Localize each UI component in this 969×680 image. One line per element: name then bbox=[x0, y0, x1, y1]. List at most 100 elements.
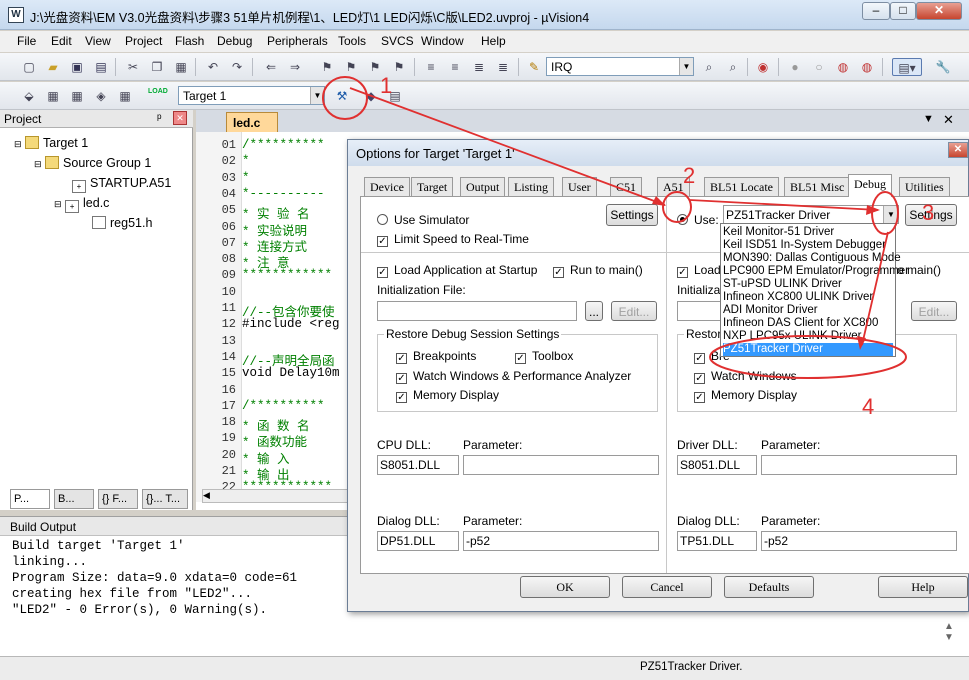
tree-item-reg51[interactable]: reg51.h bbox=[92, 216, 152, 230]
horizontal-scrollbar[interactable]: ◀ bbox=[202, 489, 352, 503]
menu-tools[interactable]: Tools bbox=[338, 34, 366, 48]
use-simulator-radio[interactable]: Use Simulator bbox=[377, 213, 469, 227]
bookmark-prev-icon[interactable]: ⚑ bbox=[342, 58, 360, 76]
menu-window[interactable]: Window bbox=[421, 34, 464, 48]
code-line[interactable]: #include <reg bbox=[242, 317, 340, 331]
breakpoint-icon[interactable]: ● bbox=[786, 58, 804, 76]
tab-list-icon[interactable]: ▼ bbox=[923, 113, 934, 125]
load-app-checkbox-right[interactable]: ✓ Load bbox=[677, 263, 721, 278]
target-select[interactable]: Target 1 ▼ bbox=[178, 86, 325, 105]
bookmark-clear-icon[interactable]: ⚑ bbox=[390, 58, 408, 76]
chevron-down-icon[interactable]: ▼ bbox=[883, 206, 898, 223]
tab-bl51-locate[interactable]: BL51 Locate bbox=[704, 177, 779, 196]
redo-icon[interactable]: ↷ bbox=[228, 58, 246, 76]
translate-icon[interactable]: ⬙ bbox=[20, 87, 38, 105]
tree-item-led-c[interactable]: ⊟ + led.c bbox=[54, 196, 109, 213]
tree-item-startup[interactable]: + STARTUP.A51 bbox=[72, 176, 171, 193]
close-icon[interactable]: ✕ bbox=[943, 112, 954, 128]
tab-debug[interactable]: Debug bbox=[848, 174, 892, 197]
save-all-icon[interactable]: ▤ bbox=[92, 58, 110, 76]
browse-button[interactable]: ... bbox=[585, 301, 603, 321]
driver-dll-field[interactable]: S8051.DLL bbox=[677, 455, 757, 475]
nav-forward-icon[interactable]: ⇒ bbox=[286, 58, 304, 76]
driver-param-field[interactable] bbox=[761, 455, 957, 475]
driver-option[interactable]: MON390: Dallas Contiguous Mode bbox=[723, 252, 901, 265]
menu-flash[interactable]: Flash bbox=[175, 34, 204, 48]
dialog-param-field[interactable]: -p52 bbox=[463, 531, 659, 551]
load-app-checkbox[interactable]: ✓ Load Application at Startup bbox=[377, 263, 537, 278]
vertical-scrollbar[interactable]: ▲ ▼ bbox=[944, 621, 960, 655]
code-line[interactable]: /********** bbox=[242, 399, 325, 413]
driver-option[interactable]: Infineon DAS Client for XC800 bbox=[723, 317, 893, 330]
defaults-button[interactable]: Defaults bbox=[724, 576, 814, 598]
memory-display-checkbox[interactable]: ✓ Memory Display bbox=[396, 388, 499, 403]
bookmark-icon[interactable]: ⚑ bbox=[318, 58, 336, 76]
window-layout-icon[interactable]: ▤▾ bbox=[892, 58, 922, 76]
tree-item-source-group[interactable]: ⊟ Source Group 1 bbox=[34, 156, 151, 170]
new-file-icon[interactable]: ▢ bbox=[20, 58, 38, 76]
find-icon[interactable]: ⌕ bbox=[700, 58, 718, 76]
tab-led-c[interactable]: led.c bbox=[226, 112, 278, 132]
cut-icon[interactable]: ✂ bbox=[124, 58, 142, 76]
breakpoint-disable-icon[interactable]: ○ bbox=[810, 58, 828, 76]
comment-icon[interactable]: ≣ bbox=[470, 58, 488, 76]
configure-icon[interactable]: 🔧 bbox=[934, 58, 952, 76]
tab-functions[interactable]: {} F... bbox=[98, 489, 138, 509]
close-icon[interactable]: ✕ bbox=[173, 111, 187, 125]
tree-item-target[interactable]: ⊟ Target 1 bbox=[14, 136, 88, 150]
watch-windows-checkbox[interactable]: ✓ Watch Windows & Performance Analyzer bbox=[396, 369, 631, 384]
tab-c51[interactable]: C51 bbox=[610, 177, 643, 196]
uncomment-icon[interactable]: ≣ bbox=[494, 58, 512, 76]
driver-option[interactable]: NXP LPC95x ULINK Driver bbox=[723, 330, 893, 343]
chevron-down-icon[interactable]: ▼ bbox=[310, 87, 324, 104]
tab-utilities[interactable]: Utilities bbox=[899, 177, 950, 196]
breakpoints-checkbox[interactable]: ✓ Breakpoints bbox=[396, 349, 476, 364]
help-button[interactable]: Help bbox=[878, 576, 968, 598]
tab-device[interactable]: Device bbox=[364, 177, 410, 196]
tab-project[interactable]: P... bbox=[10, 489, 50, 509]
driver-option[interactable]: Keil Monitor-51 Driver bbox=[723, 226, 893, 239]
manage-components-icon[interactable]: ◆ bbox=[362, 87, 380, 105]
tab-target[interactable]: Target bbox=[411, 177, 454, 196]
tab-output[interactable]: Output bbox=[460, 177, 506, 196]
limit-speed-checkbox[interactable]: ✓ Limit Speed to Real-Time bbox=[377, 232, 529, 247]
disable-all-breakpoints-icon[interactable]: ◍ bbox=[858, 58, 876, 76]
copy-icon[interactable]: ❐ bbox=[148, 58, 166, 76]
cpu-dll-field[interactable]: S8051.DLL bbox=[377, 455, 459, 475]
use-driver-radio[interactable]: Use: bbox=[677, 213, 719, 227]
simulator-settings-button[interactable]: Settings bbox=[606, 204, 658, 226]
pin-icon[interactable]: ᵖ bbox=[157, 111, 162, 125]
driver-option[interactable]: ADI Monitor Driver bbox=[723, 304, 893, 317]
maximize-button[interactable]: □ bbox=[890, 2, 916, 20]
dialog-param-field-right[interactable]: -p52 bbox=[761, 531, 957, 551]
code-line[interactable]: * bbox=[242, 154, 250, 168]
menu-project[interactable]: Project bbox=[125, 34, 162, 48]
rebuild-icon[interactable]: ▦ bbox=[68, 87, 86, 105]
menu-svcs[interactable]: SVCS bbox=[381, 34, 414, 48]
driver-option[interactable]: Keil ISD51 In-System Debugger bbox=[723, 239, 893, 252]
build-icon[interactable]: ▦ bbox=[44, 87, 62, 105]
run-to-main-checkbox[interactable]: ✓ Run to main() bbox=[553, 263, 643, 278]
menu-file[interactable]: File bbox=[17, 34, 36, 48]
init-file-field[interactable] bbox=[377, 301, 577, 321]
minimize-button[interactable]: – bbox=[862, 2, 890, 20]
unindent-icon[interactable]: ≡ bbox=[446, 58, 464, 76]
memory-display-checkbox-right[interactable]: ✓ Memory Display bbox=[694, 388, 797, 403]
code-line[interactable]: /********** bbox=[242, 138, 325, 152]
edit-button-right[interactable]: Edit... bbox=[911, 301, 957, 321]
incremental-find-icon[interactable]: ⌕ bbox=[724, 58, 742, 76]
nav-back-icon[interactable]: ⇐ bbox=[262, 58, 280, 76]
watch-windows-checkbox-right[interactable]: ✓ Watch Windows bbox=[694, 369, 797, 384]
tab-user[interactable]: User bbox=[562, 177, 597, 196]
code-line[interactable]: ************ bbox=[242, 268, 332, 282]
dialog-dll-field-right[interactable]: TP51.DLL bbox=[677, 531, 757, 551]
find-combo[interactable]: IRQ ▼ bbox=[546, 57, 694, 76]
ok-button[interactable]: OK bbox=[520, 576, 610, 598]
undo-icon[interactable]: ↶ bbox=[204, 58, 222, 76]
edit-button[interactable]: Edit... bbox=[611, 301, 657, 321]
tab-templates[interactable]: {}... T... bbox=[142, 489, 188, 509]
menu-peripherals[interactable]: Peripherals bbox=[267, 34, 328, 48]
save-icon[interactable]: ▣ bbox=[68, 58, 86, 76]
code-line[interactable]: * bbox=[242, 171, 250, 185]
dialog-dll-field[interactable]: DP51.DLL bbox=[377, 531, 459, 551]
